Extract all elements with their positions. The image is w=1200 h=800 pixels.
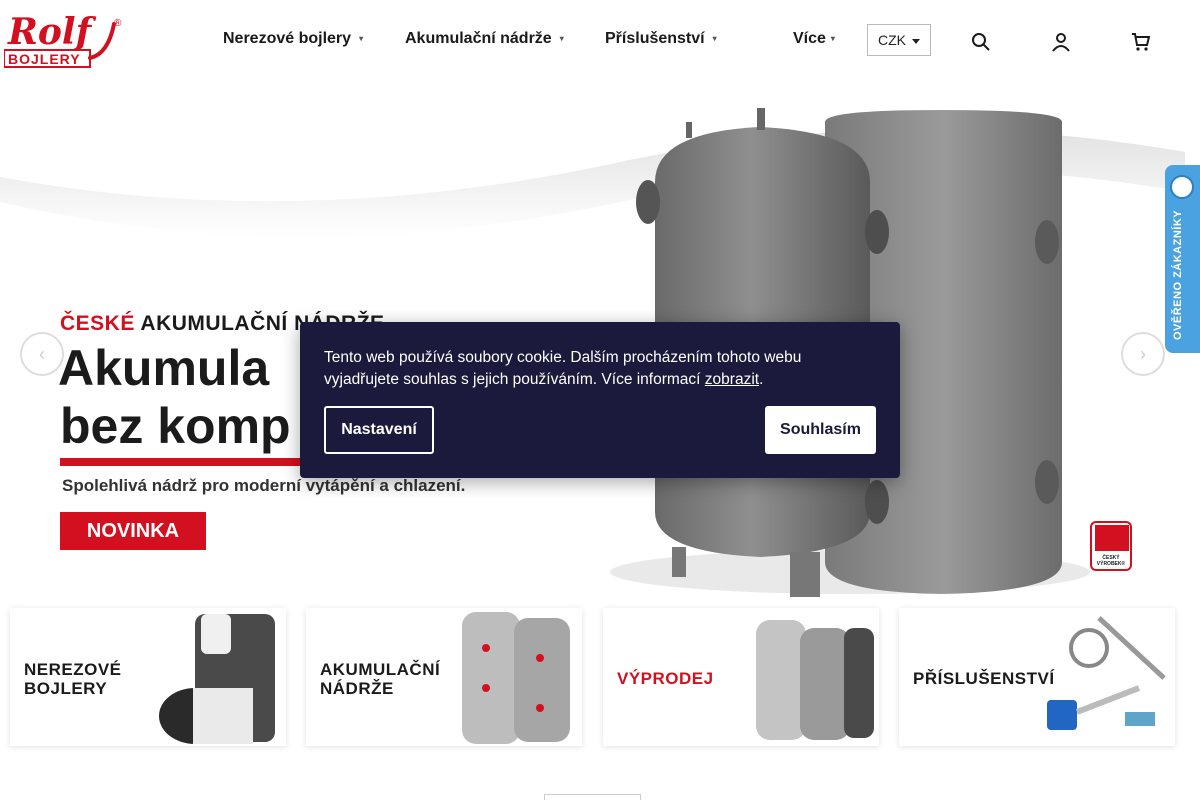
nav-item-nerezove-bojlery[interactable]: Nerezové bojlery ▾ [223, 30, 363, 48]
category-tile-akumulacni-nadrze[interactable]: AKUMULAČNÍ NÁDRŽE [306, 608, 582, 746]
category-label-line1: NEREZOVÉ [24, 660, 122, 679]
slider-prev-button[interactable]: ‹ [20, 332, 64, 376]
cookie-settings-button[interactable]: Nastavení [324, 406, 434, 454]
user-icon[interactable] [1051, 32, 1071, 52]
hero-heading-line1: Akumula [58, 340, 270, 396]
category-label: NEREZOVÉ BOJLERY [24, 660, 122, 698]
sale-product-image [756, 620, 874, 740]
currency-select[interactable]: CZK [867, 24, 931, 56]
nav-item-label: Akumulační nádrže [405, 30, 552, 47]
chevron-down-icon: ▾ [559, 34, 564, 44]
page: Rolf ® BOJLERY Nerezové bojlery ▾ Akumula… [0, 0, 1200, 800]
tank-product-image [462, 612, 570, 744]
search-icon[interactable] [971, 32, 991, 52]
dropdown-arrow-icon [912, 39, 920, 44]
cookie-agree-button[interactable]: Souhlasím [765, 406, 876, 454]
category-label-line2: NÁDRŽE [320, 679, 394, 698]
category-tile-prislusenstvi[interactable]: PŘÍSLUŠENSTVÍ [899, 608, 1175, 746]
hero-subtitle: Spolehlivá nádrž pro moderní vytápění a … [62, 476, 466, 495]
lion-icon [1095, 525, 1129, 551]
boiler-product-image [159, 614, 275, 744]
cookie-more-info-link[interactable]: zobrazit [705, 371, 759, 388]
chevron-down-icon: ▾ [712, 34, 717, 44]
category-label-line1: VÝPRODEJ [617, 669, 714, 688]
category-label-line1: AKUMULAČNÍ [320, 660, 441, 679]
nav-item-label: Příslušenství [605, 30, 705, 47]
section-tab [544, 794, 641, 800]
chevron-down-icon: ▾ [359, 34, 364, 44]
accessories-product-image [1047, 616, 1166, 730]
cookie-consent-banner: Tento web používá soubory cookie. Dalším… [300, 322, 900, 478]
cookie-message-end: . [759, 371, 764, 388]
cookie-message: Tento web používá soubory cookie. Dalším… [324, 347, 876, 391]
category-label: VÝPRODEJ [617, 669, 714, 688]
nav-item-label: Více [793, 30, 826, 47]
category-label-line2: BOJLERY [24, 679, 108, 698]
nav-item-label: Nerezové bojlery [223, 30, 352, 47]
category-tile-vyprodej[interactable]: VÝPRODEJ [603, 608, 879, 746]
chevron-right-icon: › [1140, 344, 1146, 364]
site-header: Rolf ® BOJLERY Nerezové bojlery ▾ Akumula… [0, 0, 1200, 82]
slider-next-button[interactable]: › [1121, 332, 1165, 376]
category-label: AKUMULAČNÍ NÁDRŽE [320, 660, 440, 698]
verified-badge-label: OVĚŘENO ZÁKAZNÍKY [1172, 209, 1184, 340]
hero-new-badge: NOVINKA [60, 512, 206, 550]
category-tile-nerezove-bojlery[interactable]: NEREZOVÉ BOJLERY [10, 608, 286, 746]
czech-product-badge: ČESKÝ VÝROBEK® [1090, 521, 1132, 571]
chevron-down-icon: ▾ [830, 34, 835, 44]
main-nav: Nerezové bojlery ▾ Akumulační nádrže ▾ Pří… [0, 30, 1200, 50]
category-label-line1: PŘÍSLUŠENSTVÍ [913, 669, 1055, 688]
nav-item-prislusenstvi[interactable]: Příslušenství ▾ [605, 30, 717, 48]
chevron-left-icon: ‹ [39, 344, 45, 364]
nav-item-akumulacni-nadrze[interactable]: Akumulační nádrže ▾ [405, 30, 564, 48]
cart-icon[interactable] [1131, 32, 1151, 52]
nav-item-vice[interactable]: Více ▾ [793, 30, 835, 48]
hero-heading-line2: bez komp [60, 398, 291, 454]
verified-reviews-badge[interactable]: OVĚŘENO ZÁKAZNÍKY [1165, 165, 1200, 353]
category-label: PŘÍSLUŠENSTVÍ [913, 669, 1055, 688]
logo-subtext: BOJLERY [8, 51, 81, 67]
verified-seal-icon [1170, 175, 1194, 199]
czech-product-label: ČESKÝ VÝROBEK® [1096, 555, 1126, 567]
hero-brand-red: ČESKÉ [60, 312, 135, 335]
currency-value: CZK [878, 32, 906, 48]
